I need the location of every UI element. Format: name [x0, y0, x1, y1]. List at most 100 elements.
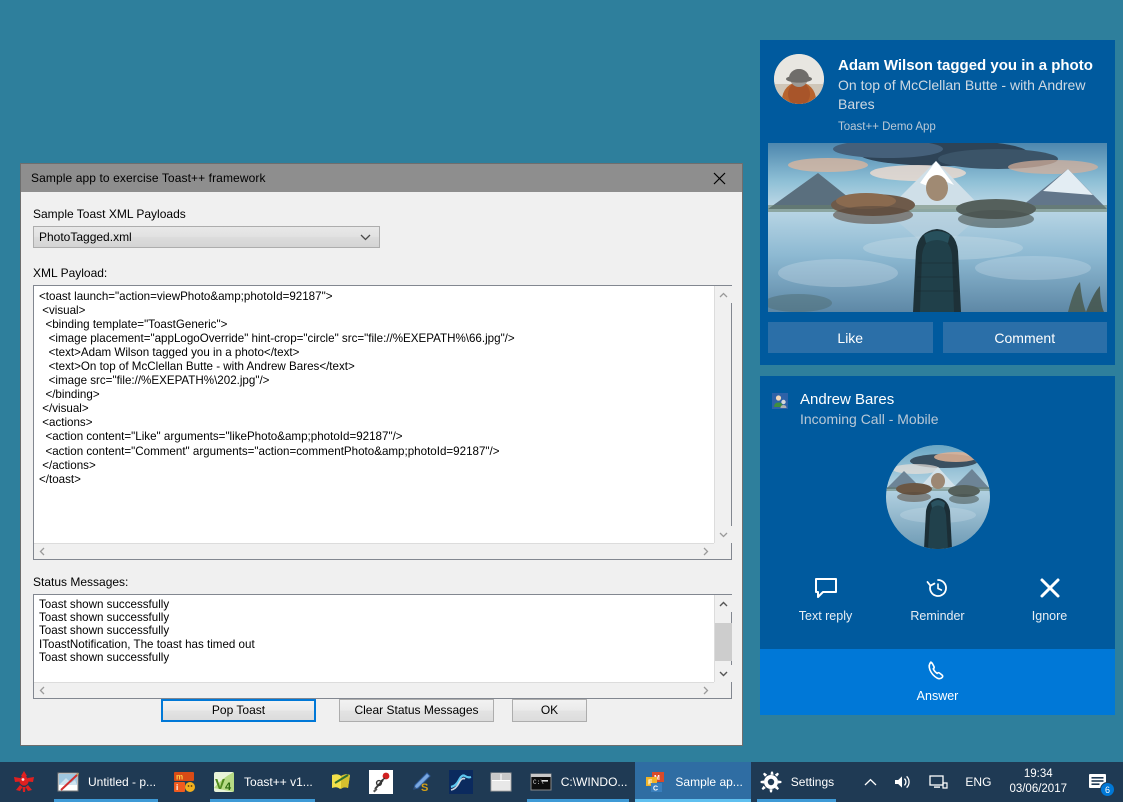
status-messages-list[interactable]: Toast shown successfully Toast shown suc… [33, 594, 732, 699]
taskbar-label: C:\WINDO... [560, 775, 628, 789]
matlab-icon [448, 770, 473, 794]
clear-status-messages-button[interactable]: Clear Status Messages [339, 698, 494, 722]
taskbar-item-editplus[interactable]: S [401, 762, 441, 802]
toast-subtitle: On top of McClellan Butte - with Andrew … [838, 77, 1086, 112]
message-bubble-icon [814, 573, 838, 603]
scroll-left-icon[interactable] [34, 544, 50, 559]
scroll-right-icon[interactable] [698, 544, 714, 559]
reminder-button[interactable]: Reminder [902, 573, 974, 623]
taskbar-item-layout[interactable] [481, 762, 521, 802]
incoming-call-toast[interactable]: Andrew Bares Incoming Call - Mobile Text… [760, 376, 1115, 715]
xml-vertical-scrollbar[interactable] [714, 286, 732, 543]
taskbar-item-mapinfo[interactable]: m i [164, 762, 204, 802]
xml-payload-content: <toast launch="action=viewPhoto&amp;phot… [39, 290, 515, 486]
start-orb-icon[interactable] [0, 762, 48, 802]
caller-photo-lake [885, 445, 990, 549]
toast-header-text: Adam Wilson tagged you in a photo On top… [824, 54, 1103, 133]
contact-icon [772, 393, 788, 409]
clock-back-icon [926, 573, 950, 603]
taskbar-label: Settings [790, 775, 835, 789]
toast-header: Adam Wilson tagged you in a photo On top… [760, 40, 1115, 143]
text-reply-label: Text reply [798, 609, 853, 623]
layout-icon [489, 770, 513, 794]
answer-button[interactable]: Answer [760, 649, 1115, 715]
close-x-glyph [713, 172, 725, 184]
scroll-up-icon[interactable] [715, 286, 732, 303]
mapinfo-icon: m i [172, 770, 196, 794]
status-messages-content: Toast shown successfully Toast shown suc… [39, 598, 255, 664]
notepadpp-icon [329, 770, 353, 794]
close-icon[interactable] [696, 164, 742, 192]
paint-icon [56, 770, 80, 794]
mfc-app-icon: M F C [643, 770, 667, 794]
xml-horizontal-scrollbar[interactable] [34, 543, 714, 559]
taskbar-item-matlab[interactable] [441, 762, 481, 802]
payloads-label: Sample Toast XML Payloads [33, 207, 186, 221]
taskbar-label: Sample ap... [675, 775, 743, 789]
network-icon[interactable] [921, 762, 957, 802]
status-horizontal-scrollbar[interactable] [34, 682, 714, 698]
payload-select[interactable]: PhotoTagged.xml [33, 226, 380, 248]
caller-name: Andrew Bares [800, 391, 895, 408]
taskbar-item-settings[interactable]: Settings [751, 762, 842, 802]
ignore-button[interactable]: Ignore [1014, 573, 1086, 623]
taskbar-item-visual-studio[interactable]: V 4 Toast++ v1... [204, 762, 321, 802]
start-glyph [14, 771, 34, 792]
taskbar-item-sample-app[interactable]: M F C Sample ap... [635, 762, 752, 802]
photo-tagged-toast[interactable]: Adam Wilson tagged you in a photo On top… [760, 40, 1115, 365]
phone-icon [926, 659, 950, 686]
toast-comment-button[interactable]: Comment [942, 322, 1107, 353]
call-header: Andrew Bares Incoming Call - Mobile [760, 376, 1115, 429]
scroll-down-icon[interactable] [715, 665, 732, 682]
xml-payload-label: XML Payload: [33, 266, 108, 280]
system-tray: ENG 19:34 03/06/2017 6 [856, 762, 1123, 802]
show-hidden-icons-chevron[interactable] [856, 762, 885, 802]
editplus-icon: S [409, 770, 433, 794]
clock-date: 03/06/2017 [1009, 783, 1067, 795]
visual-studio-icon: V 4 [212, 770, 236, 794]
scroll-right-icon[interactable] [698, 683, 714, 698]
scrollbar-thumb[interactable] [715, 623, 732, 661]
toast-hero-image [768, 143, 1107, 312]
avatar-image [774, 54, 824, 104]
taskbar-item-console[interactable]: C:\ C:\WINDO... [521, 762, 636, 802]
taskbar-item-paint[interactable]: Untitled - p... [48, 762, 164, 802]
scroll-up-icon[interactable] [715, 595, 732, 612]
text-reply-button[interactable]: Text reply [790, 573, 862, 623]
svg-text:V: V [215, 776, 225, 793]
toast-title: Adam Wilson tagged you in a photo [838, 57, 1093, 74]
status-vertical-scrollbar[interactable] [714, 595, 732, 682]
action-center-icon[interactable]: 6 [1077, 762, 1119, 802]
clock-time: 19:34 [1023, 768, 1053, 780]
dialog-title: Sample app to exercise Toast++ framework [31, 171, 266, 185]
toast-actions: Like Comment [760, 312, 1115, 365]
call-actions: Text reply Reminder Ignore [760, 555, 1115, 649]
toast-app-name: Toast++ Demo App [838, 121, 936, 133]
caller-avatar-wrap [760, 429, 1115, 555]
ok-button[interactable]: OK [512, 698, 587, 722]
avatar [774, 54, 824, 104]
scroll-down-icon[interactable] [715, 526, 732, 543]
dialog-body: Sample Toast XML Payloads PhotoTagged.xm… [21, 207, 742, 699]
taskbar: Untitled - p... m i V 4 Toast++ v1... S … [0, 762, 1123, 802]
language-indicator[interactable]: ENG [957, 775, 999, 789]
svg-text:i: i [176, 783, 178, 792]
svg-text:m: m [176, 773, 183, 782]
volume-icon[interactable] [885, 762, 921, 802]
scroll-left-icon[interactable] [34, 683, 50, 698]
dialog-titlebar[interactable]: Sample app to exercise Toast++ framework [21, 164, 742, 192]
ruby-icon [368, 770, 393, 794]
xml-payload-textarea[interactable]: <toast launch="action=viewPhoto&amp;phot… [33, 285, 732, 560]
call-status: Incoming Call - Mobile [800, 411, 939, 427]
taskbar-label: Untitled - p... [88, 775, 157, 789]
toast-like-button[interactable]: Like [768, 322, 933, 353]
notification-stack: Adam Wilson tagged you in a photo On top… [760, 40, 1115, 715]
taskbar-item-ruby[interactable] [361, 762, 401, 802]
taskbar-item-notepadpp[interactable] [321, 762, 361, 802]
svg-text:S: S [421, 782, 428, 794]
pop-toast-button[interactable]: Pop Toast [161, 698, 316, 722]
scrollbar-corner [714, 682, 731, 698]
call-texts: Andrew Bares Incoming Call - Mobile [788, 390, 939, 429]
clock[interactable]: 19:34 03/06/2017 [999, 767, 1077, 797]
action-center-badge: 6 [1100, 782, 1115, 797]
